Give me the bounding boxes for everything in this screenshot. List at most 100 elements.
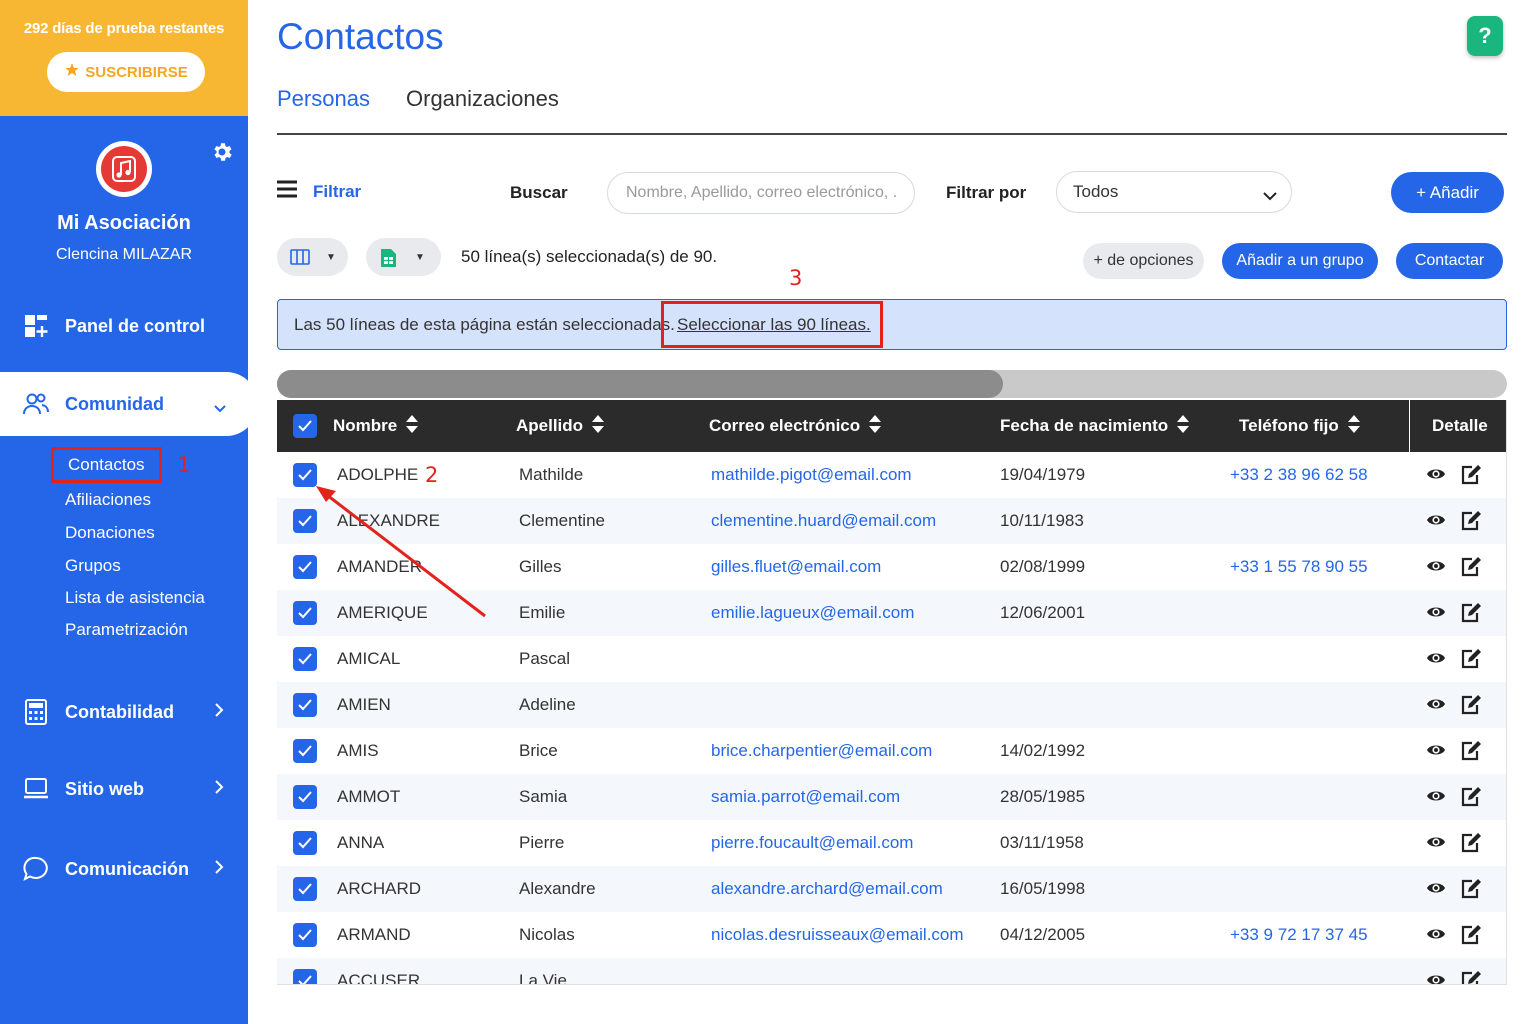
table-row[interactable]: AMICAL Pascal — [277, 636, 1506, 682]
more-options-button[interactable]: + de opciones — [1083, 243, 1204, 279]
cell-correo[interactable]: pierre.foucault@email.com — [711, 833, 913, 853]
add-to-group-button[interactable]: Añadir a un grupo — [1222, 243, 1378, 279]
edit-icon[interactable] — [1460, 464, 1482, 486]
column-header-fecha[interactable]: Fecha de nacimiento — [1000, 400, 1190, 452]
row-checkbox[interactable] — [293, 463, 317, 487]
sidebar-item-comunidad[interactable]: Comunidad — [0, 372, 258, 436]
sidebar-subitem-contactos[interactable]: Contactos — [51, 447, 162, 483]
cell-nombre: AMERIQUE — [337, 603, 428, 622]
search-input[interactable] — [607, 172, 915, 214]
edit-icon[interactable] — [1460, 878, 1482, 900]
eye-icon[interactable] — [1426, 696, 1446, 714]
eye-icon[interactable] — [1426, 788, 1446, 806]
export-menu-button[interactable]: ▼ — [366, 238, 441, 276]
sidebar-item-contabilidad[interactable]: Contabilidad — [0, 680, 248, 744]
cell-correo[interactable]: emilie.lagueux@email.com — [711, 603, 914, 623]
table-row[interactable]: ADOLPHE Mathilde mathilde.pigot@email.com 1… — [277, 452, 1506, 498]
row-checkbox[interactable] — [293, 785, 317, 809]
row-checkbox[interactable] — [293, 831, 317, 855]
edit-icon[interactable] — [1460, 924, 1482, 946]
edit-icon[interactable] — [1460, 602, 1482, 624]
scrollbar-thumb[interactable] — [277, 370, 1003, 398]
edit-icon[interactable] — [1460, 970, 1482, 984]
eye-icon[interactable] — [1426, 926, 1446, 944]
add-button[interactable]: + Añadir — [1391, 172, 1504, 213]
row-checkbox[interactable] — [293, 693, 317, 717]
eye-icon[interactable] — [1426, 558, 1446, 576]
subscribe-button[interactable]: SUSCRIBIRSE — [47, 52, 205, 92]
gear-icon[interactable] — [210, 140, 236, 166]
table-row[interactable]: ALEXANDRE Clementine clementine.huard@emai… — [277, 498, 1506, 544]
eye-icon[interactable] — [1426, 880, 1446, 898]
table-row[interactable]: AMIEN Adeline — [277, 682, 1506, 728]
sidebar-item-label: Contabilidad — [65, 701, 174, 722]
select-all-checkbox[interactable] — [293, 414, 317, 438]
cell-telefono[interactable]: +33 1 55 78 90 55 — [1230, 557, 1368, 577]
row-checkbox[interactable] — [293, 509, 317, 533]
tab-organizaciones[interactable]: Organizaciones — [406, 86, 559, 112]
row-checkbox[interactable] — [293, 555, 317, 579]
row-checkbox[interactable] — [293, 969, 317, 984]
contact-button[interactable]: Contactar — [1396, 243, 1503, 279]
table-row[interactable]: AMERIQUE Emilie emilie.lagueux@email.com 12… — [277, 590, 1506, 636]
sidebar-item-comunicacion[interactable]: Comunicación — [0, 837, 248, 901]
filter-toggle-button[interactable]: Filtrar — [277, 180, 361, 203]
eye-icon[interactable] — [1426, 742, 1446, 760]
eye-icon[interactable] — [1426, 604, 1446, 622]
table-row[interactable]: ARCHARD Alexandre alexandre.archard@email.… — [277, 866, 1506, 912]
edit-icon[interactable] — [1460, 786, 1482, 808]
table-row[interactable]: AMMOT Samia samia.parrot@email.com 28/05/19… — [277, 774, 1506, 820]
eye-icon[interactable] — [1426, 512, 1446, 530]
cell-telefono[interactable]: +33 2 38 96 62 58 — [1230, 465, 1368, 485]
edit-icon[interactable] — [1460, 694, 1482, 716]
cell-correo[interactable]: mathilde.pigot@email.com — [711, 465, 912, 485]
sidebar-subitem-donaciones[interactable]: Donaciones — [65, 523, 155, 543]
column-header-apellido[interactable]: Apellido — [516, 400, 605, 452]
sidebar-subitem-parametrizacion[interactable]: Parametrización — [65, 620, 188, 640]
column-header-telefono[interactable]: Teléfono fijo — [1239, 400, 1361, 452]
cell-fecha: 04/12/2005 — [1000, 925, 1086, 944]
cell-correo[interactable]: gilles.fluet@email.com — [711, 557, 881, 577]
sidebar-subitem-asistencia[interactable]: Lista de asistencia — [65, 588, 205, 608]
row-checkbox[interactable] — [293, 877, 317, 901]
cell-fecha: 14/02/1992 — [1000, 741, 1086, 760]
cell-correo[interactable]: alexandre.archard@email.com — [711, 879, 943, 899]
edit-icon[interactable] — [1460, 648, 1482, 670]
table-row[interactable]: AMANDER Gilles gilles.fluet@email.com 02/08… — [277, 544, 1506, 590]
row-checkbox[interactable] — [293, 601, 317, 625]
edit-icon[interactable] — [1460, 510, 1482, 532]
cell-correo[interactable]: clementine.huard@email.com — [711, 511, 936, 531]
sidebar-subitem-grupos[interactable]: Grupos — [65, 556, 121, 576]
column-header-nombre[interactable]: Nombre — [333, 400, 419, 452]
sidebar-item-panel[interactable]: Panel de control — [0, 294, 248, 358]
column-header-correo[interactable]: Correo electrónico — [709, 400, 882, 452]
org-logo[interactable] — [96, 141, 152, 197]
eye-icon[interactable] — [1426, 650, 1446, 668]
help-button[interactable]: ? — [1467, 16, 1503, 56]
select-all-link[interactable]: Seleccionar las 90 líneas. — [661, 301, 883, 348]
edit-icon[interactable] — [1460, 740, 1482, 762]
row-checkbox[interactable] — [293, 647, 317, 671]
row-checkbox[interactable] — [293, 739, 317, 763]
filter-by-select[interactable]: Todos — [1056, 171, 1292, 213]
table-row[interactable]: ACCUSER La Vie — [277, 958, 1506, 984]
row-checkbox[interactable] — [293, 923, 317, 947]
table-row[interactable]: AMIS Brice brice.charpentier@email.com 14/0… — [277, 728, 1506, 774]
eye-icon[interactable] — [1426, 972, 1446, 984]
cell-correo[interactable]: nicolas.desruisseaux@email.com — [711, 925, 964, 945]
edit-icon[interactable] — [1460, 556, 1482, 578]
table-row[interactable]: ARMAND Nicolas nicolas.desruisseaux@email.… — [277, 912, 1506, 958]
columns-menu-button[interactable]: ▼ — [277, 238, 348, 276]
cell-fecha: 03/11/1958 — [1000, 833, 1084, 852]
sidebar-item-sitio-web[interactable]: Sitio web — [0, 757, 248, 821]
eye-icon[interactable] — [1426, 834, 1446, 852]
table-row[interactable]: ANNA Pierre pierre.foucault@email.com 03/11… — [277, 820, 1506, 866]
sidebar-subitem-afiliaciones[interactable]: Afiliaciones — [65, 490, 151, 510]
cell-correo[interactable]: samia.parrot@email.com — [711, 787, 900, 807]
horizontal-scrollbar[interactable] — [277, 370, 1507, 398]
tab-personas[interactable]: Personas — [277, 86, 370, 112]
cell-correo[interactable]: brice.charpentier@email.com — [711, 741, 932, 761]
edit-icon[interactable] — [1460, 832, 1482, 854]
eye-icon[interactable] — [1426, 466, 1446, 484]
cell-telefono[interactable]: +33 9 72 17 37 45 — [1230, 925, 1368, 945]
